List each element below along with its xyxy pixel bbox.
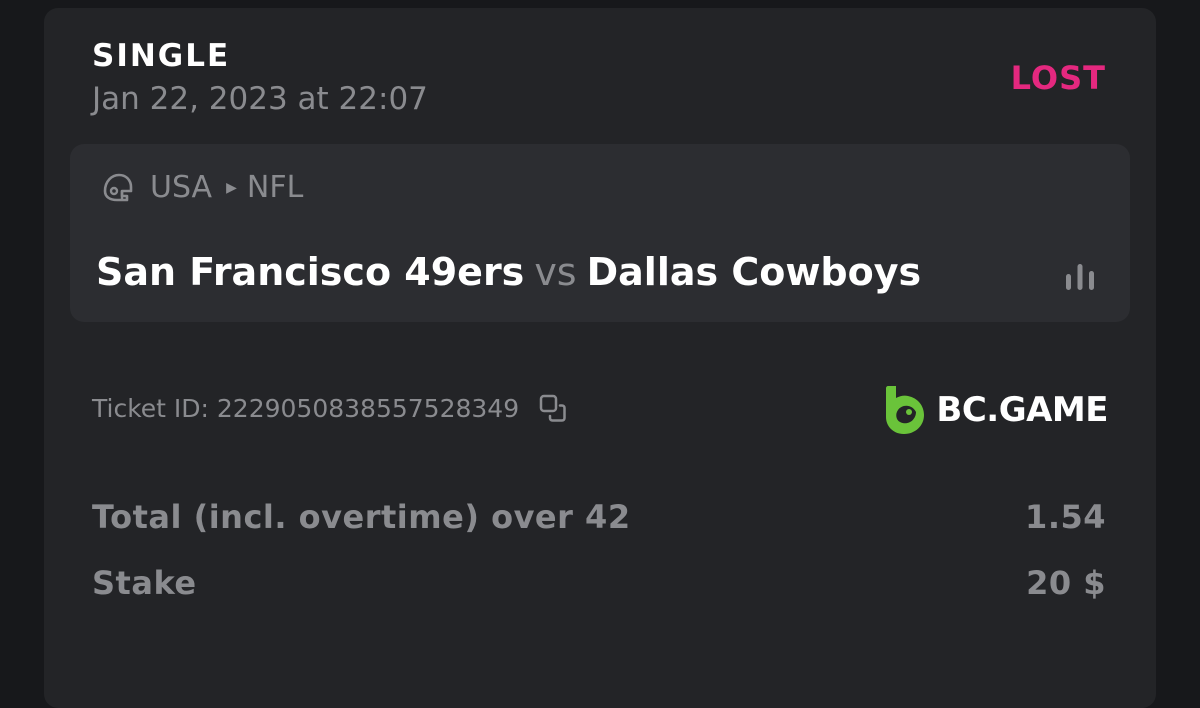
event-box[interactable]: USA ▶ NFL San Francisco 49ers vs Dallas Co… bbox=[70, 144, 1130, 322]
vs-label: vs bbox=[534, 250, 577, 294]
market-label: Total (incl. overtime) over 42 bbox=[92, 498, 631, 536]
bet-date: Jan 22, 2023 at 22:07 bbox=[92, 81, 428, 117]
bet-card: SINGLE Jan 22, 2023 at 22:07 LOST USA ▶ … bbox=[44, 8, 1156, 708]
country-label[interactable]: USA bbox=[150, 170, 212, 205]
league-label[interactable]: NFL bbox=[247, 170, 303, 205]
brand-logo: BC.GAME bbox=[882, 384, 1108, 436]
bet-type: SINGLE bbox=[92, 38, 231, 74]
copy-icon[interactable] bbox=[537, 392, 569, 424]
status-badge: LOST bbox=[1010, 59, 1106, 97]
odds-value: 1.54 bbox=[1025, 498, 1106, 536]
stake-row: Stake 20 $ bbox=[92, 564, 1106, 602]
bar-chart-icon[interactable] bbox=[1064, 262, 1096, 292]
brand-name: BC.GAME bbox=[936, 390, 1108, 430]
football-helmet-icon bbox=[103, 173, 133, 201]
market-row: Total (incl. overtime) over 42 1.54 bbox=[92, 498, 1106, 536]
stake-value: 20 $ bbox=[1026, 564, 1106, 602]
home-team: San Francisco 49ers bbox=[96, 250, 525, 294]
away-team: Dallas Cowboys bbox=[586, 250, 922, 294]
stake-label: Stake bbox=[92, 564, 197, 602]
match-title[interactable]: San Francisco 49ers vs Dallas Cowboys bbox=[96, 250, 921, 294]
breadcrumb: USA ▶ NFL bbox=[100, 170, 303, 205]
chevron-right-icon: ▶ bbox=[226, 179, 237, 196]
bc-game-logo-icon bbox=[886, 386, 925, 434]
ticket-id-row: Ticket ID: 2229050838557528349 bbox=[92, 392, 569, 424]
ticket-id: Ticket ID: 2229050838557528349 bbox=[92, 393, 520, 423]
